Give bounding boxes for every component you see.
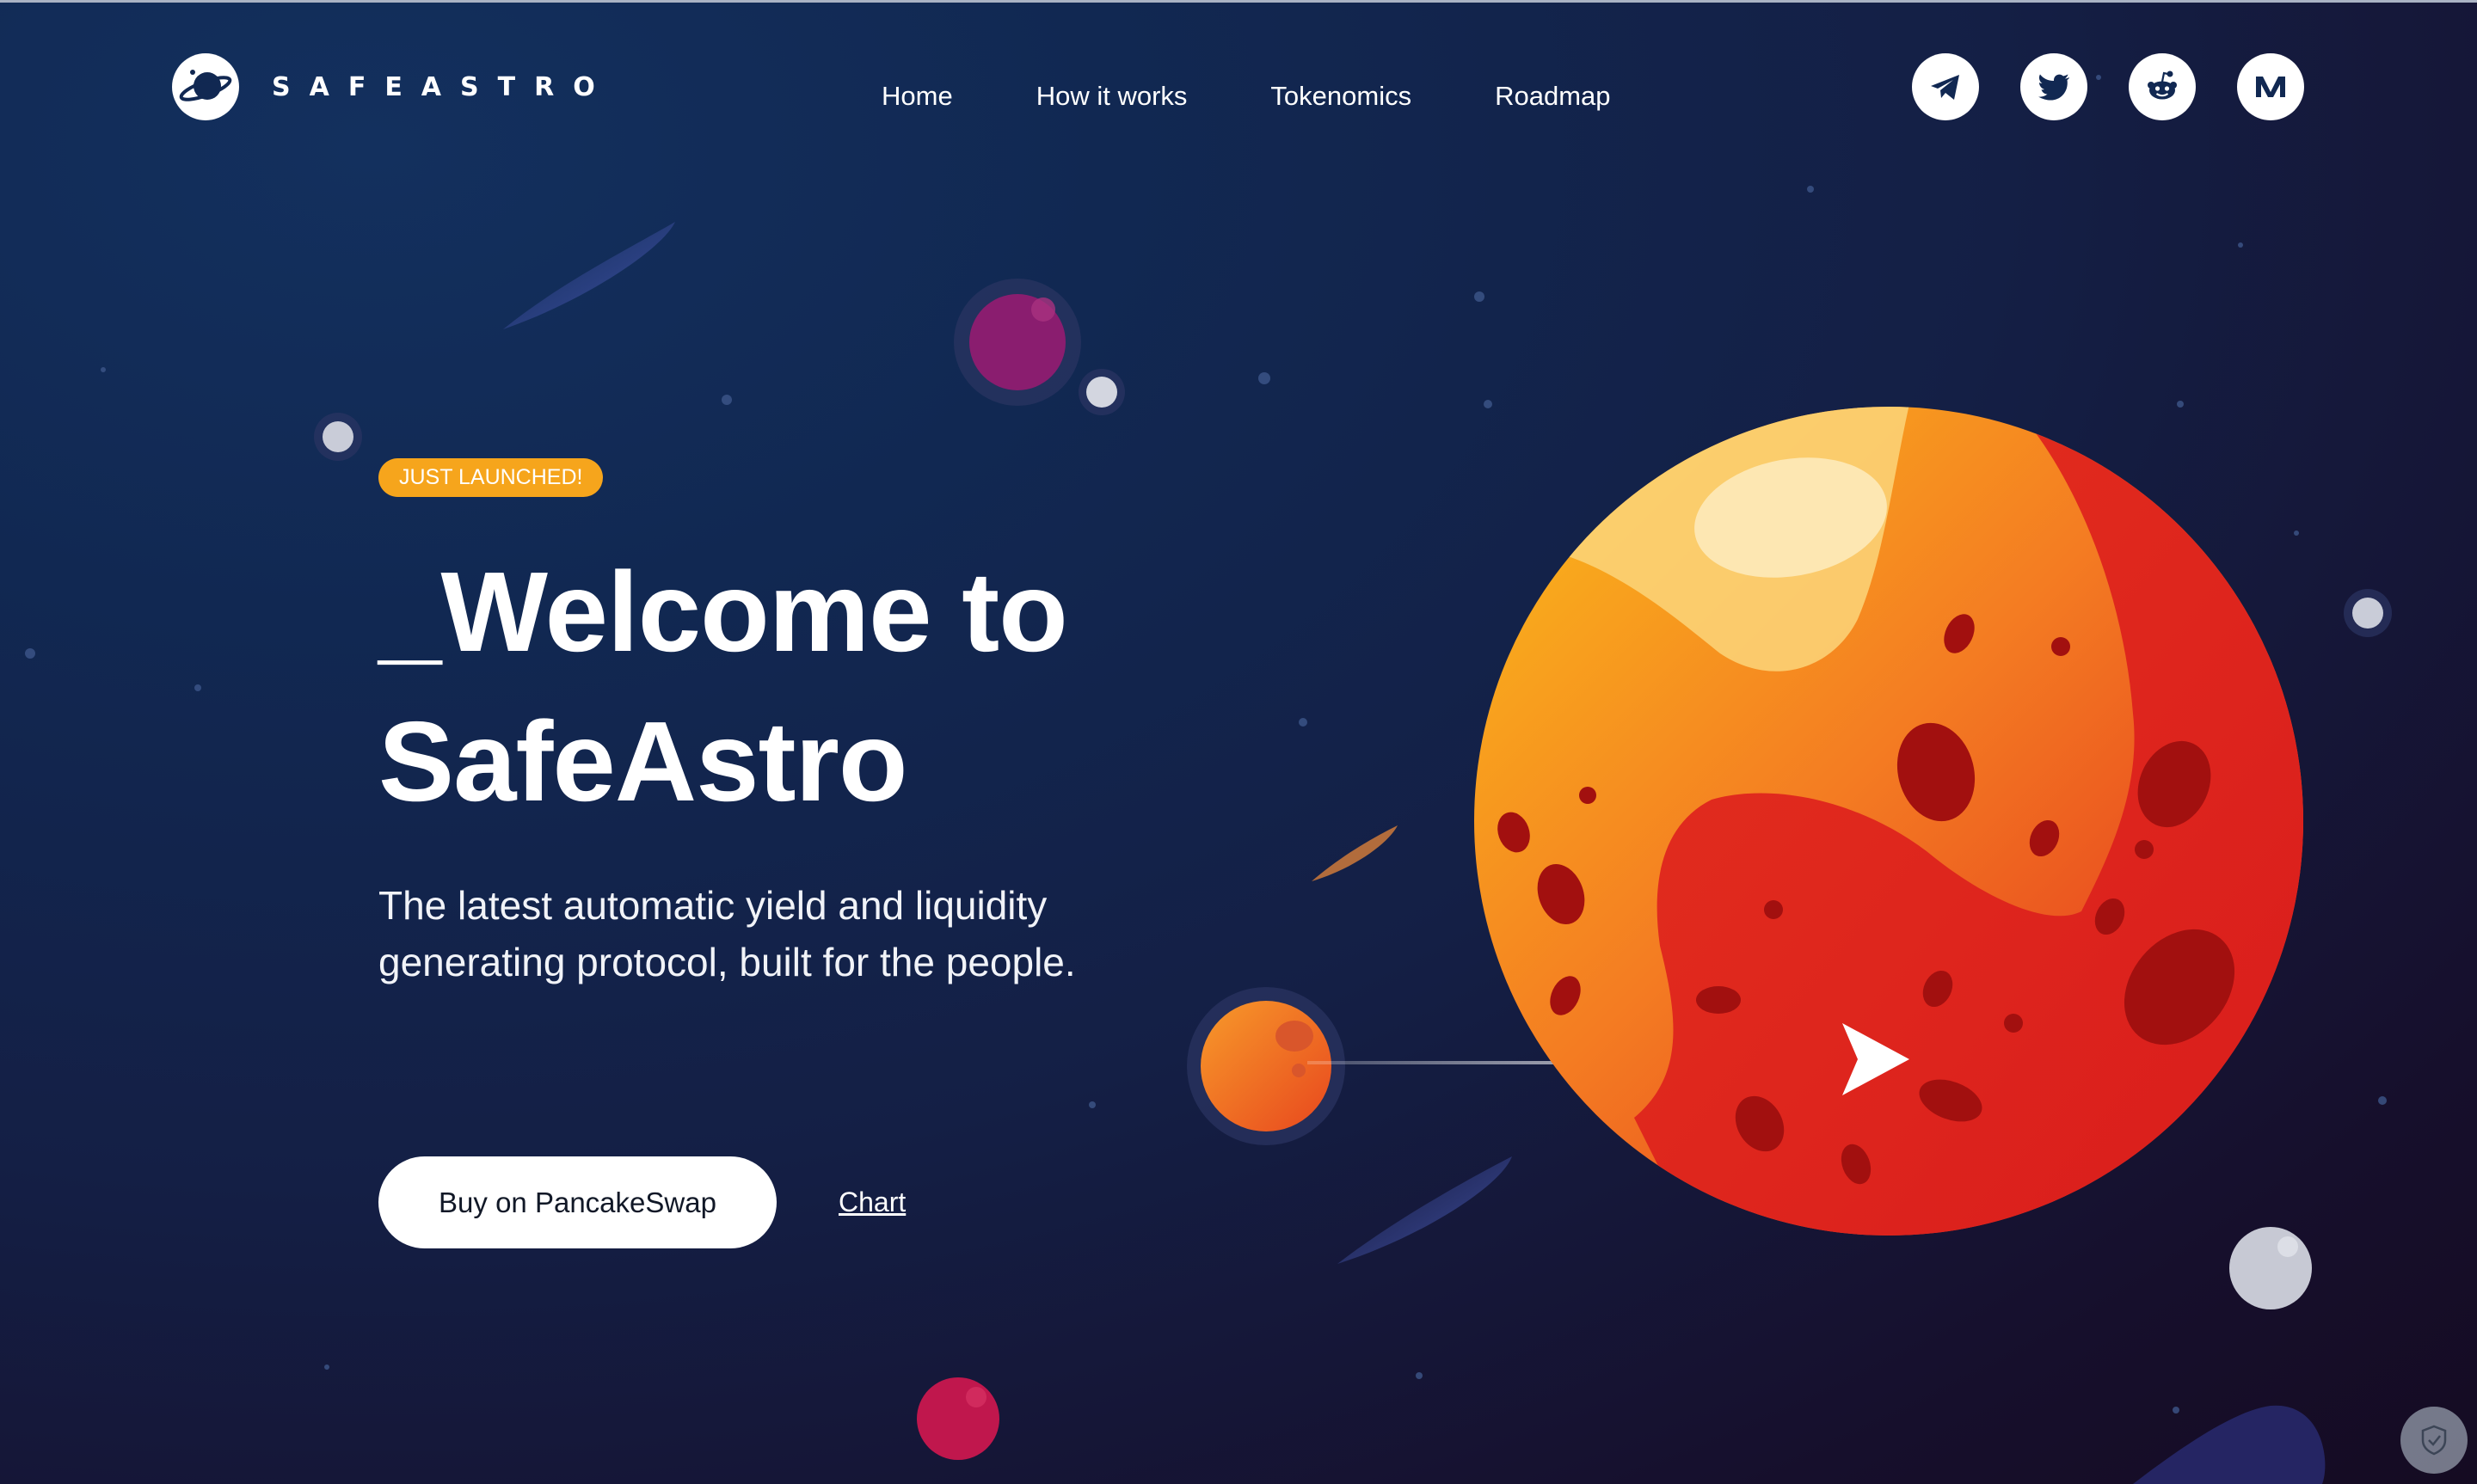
nav-how-it-works[interactable]: How it works	[1036, 79, 1188, 113]
space-background-illustration	[25, 75, 2392, 1484]
social-links	[1912, 53, 2345, 120]
headline-line-1: _Welcome to	[378, 549, 1068, 675]
headline-line-2: SafeAstro	[378, 698, 908, 825]
planet-logo-icon	[172, 53, 239, 120]
medium-icon	[2256, 77, 2285, 97]
twitter-icon	[2038, 74, 2069, 101]
tagline: The latest automatic yield and liquidity…	[378, 883, 1076, 984]
telegram-link[interactable]	[1912, 53, 1979, 120]
logo-text: SAFEASTRO	[272, 71, 614, 102]
nav-roadmap[interactable]: Roadmap	[1495, 79, 1610, 113]
reddit-icon	[2148, 71, 2177, 100]
logo[interactable]: SAFEASTRO	[172, 53, 614, 120]
reddit-link[interactable]	[2129, 53, 2196, 120]
page-title: _Welcome to SafeAstro	[378, 537, 1238, 837]
shield-icon	[2421, 1425, 2447, 1456]
nav-home[interactable]: Home	[882, 79, 953, 113]
security-widget-button[interactable]	[2400, 1407, 2468, 1474]
twitter-link[interactable]	[2020, 53, 2087, 120]
nav-tokenomics[interactable]: Tokenomics	[1270, 79, 1411, 113]
buy-on-pancakeswap-button[interactable]: Buy on PancakeSwap	[378, 1156, 777, 1248]
status-badge: JUST LAUNCHED!	[378, 458, 604, 497]
medium-link[interactable]	[2237, 53, 2304, 120]
main-nav: Home How it works Tokenomics Roadmap	[882, 79, 1694, 113]
telegram-icon	[1931, 75, 1959, 100]
chart-link[interactable]: Chart	[839, 1185, 906, 1219]
landing-page: SAFEASTRO Home How it works Tokenomics R…	[0, 0, 2477, 1484]
